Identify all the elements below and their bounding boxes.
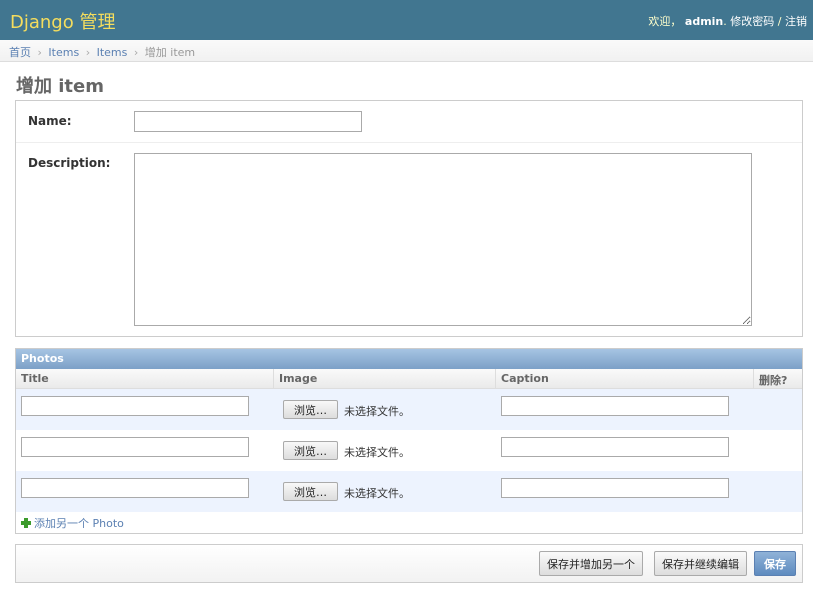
breadcrumb-separator: › (133, 46, 139, 59)
image-browse-button[interactable]: 浏览… (283, 400, 338, 419)
user-tools-separator: / (777, 15, 782, 28)
no-file-chosen-text: 未选择文件。 (344, 405, 410, 418)
user-tools: 欢迎， admin. 修改密码 / 注销 (648, 15, 807, 28)
photo-title-input[interactable] (21, 396, 249, 416)
breadcrumb-app[interactable]: Items (48, 46, 79, 59)
plus-icon (21, 518, 31, 528)
site-branding[interactable]: Django 管理 (10, 8, 115, 34)
breadcrumb-separator: › (85, 46, 91, 59)
column-header-image: Image (274, 369, 496, 389)
name-input[interactable] (134, 111, 362, 132)
breadcrumb-model[interactable]: Items (97, 46, 128, 59)
photo-caption-input[interactable] (501, 396, 729, 416)
image-browse-button[interactable]: 浏览… (283, 441, 338, 460)
save-and-continue-button[interactable]: 保存并继续编辑 (654, 551, 747, 576)
photo-caption-input[interactable] (501, 437, 729, 457)
change-password-link[interactable]: 修改密码 (730, 15, 774, 28)
column-header-caption: Caption (496, 369, 754, 389)
save-button[interactable]: 保存 (754, 551, 796, 576)
column-header-delete: 删除? (759, 374, 788, 387)
breadcrumb-home[interactable]: 首页 (9, 46, 31, 59)
form-row-name: Name: (16, 101, 802, 143)
photos-inline-group: Photos Title Image Caption 删除? 浏览… 未选择文件… (15, 348, 803, 534)
photo-title-input[interactable] (21, 478, 249, 498)
header-bar: Django 管理 欢迎， admin. 修改密码 / 注销 (0, 0, 813, 40)
main-fieldset: Name: Description: (15, 100, 803, 337)
photo-caption-input[interactable] (501, 478, 729, 498)
no-file-chosen-text: 未选择文件。 (344, 446, 410, 459)
add-another-label: 添加另一个 Photo (34, 517, 124, 530)
photo-title-input[interactable] (21, 437, 249, 457)
form-row-description: Description: (16, 143, 802, 336)
table-row: 浏览… 未选择文件。 (16, 471, 802, 512)
no-file-chosen-text: 未选择文件。 (344, 487, 410, 500)
username: admin (684, 15, 724, 28)
column-header-title: Title (16, 369, 274, 389)
breadcrumb-separator: › (37, 46, 42, 59)
description-label: Description: (28, 156, 111, 170)
inline-title: Photos (16, 349, 802, 369)
breadcrumb-current: 增加 item (144, 46, 196, 59)
table-row: 浏览… 未选择文件。 (16, 389, 802, 430)
welcome-text: 欢迎， (648, 15, 682, 28)
image-browse-button[interactable]: 浏览… (283, 482, 338, 501)
logout-link[interactable]: 注销 (785, 15, 807, 28)
add-another-photo-link[interactable]: 添加另一个 Photo (21, 515, 124, 531)
inline-column-headers: Title Image Caption 删除? (16, 369, 802, 389)
description-textarea[interactable] (134, 153, 752, 326)
submit-row: 保存并增加另一个 保存并继续编辑 保存 (15, 544, 803, 583)
name-label: Name: (28, 114, 72, 128)
breadcrumb: 首页 › Items › Items › 增加 item (0, 40, 813, 62)
table-row: 浏览… 未选择文件。 (16, 430, 802, 471)
page-title: 增加 item (16, 76, 105, 97)
save-and-add-another-button[interactable]: 保存并增加另一个 (539, 551, 643, 576)
